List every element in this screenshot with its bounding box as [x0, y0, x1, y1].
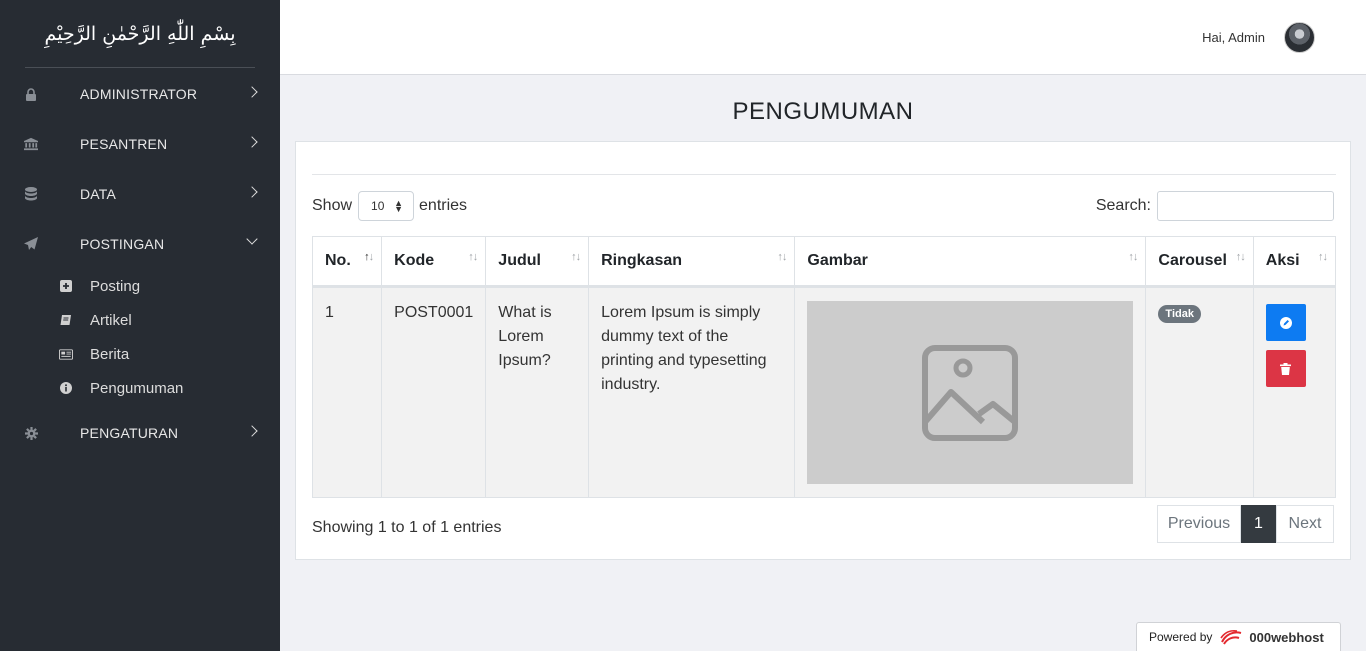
divider — [312, 174, 1336, 175]
top-header: Hai, Admin — [280, 0, 1366, 75]
sort-icon: ↑↓ — [1128, 251, 1138, 263]
column-header-aksi[interactable]: Aksi ↑↓ — [1252, 236, 1337, 288]
column-header-label: Carousel — [1158, 252, 1227, 269]
table-header-row: No. ↑↓ Kode ↑↓ Judul ↑↓ Ringkasan ↑↓ Gambar ↑… — [311, 236, 1337, 288]
column-header-gambar[interactable]: Gambar ↑↓ — [794, 236, 1147, 288]
select-arrows-icon: ▲ ▼ — [394, 198, 404, 214]
info-circle-icon — [59, 381, 73, 395]
pagination: Previous 1 Next — [1157, 505, 1334, 543]
pagination-next[interactable]: Next — [1276, 505, 1334, 543]
column-header-label: Ringkasan — [601, 252, 683, 269]
sidebar-subitem-label: Pengumuman — [90, 379, 184, 397]
sidebar-item-data[interactable]: DATA — [0, 169, 280, 219]
cell-judul: What is Lorem Ipsum? — [485, 286, 590, 498]
length-control: Show 10 ▲ ▼ entries — [312, 191, 467, 221]
user-lock-icon — [24, 87, 38, 101]
sort-icon: ↑↓ — [364, 251, 374, 263]
cell-kode: POST0001 — [381, 286, 487, 498]
sidebar-item-label: DATA — [80, 186, 117, 202]
entries-label: entries — [419, 197, 468, 214]
cell-no: 1 — [311, 286, 383, 498]
user-greeting: Hai, Admin — [1202, 30, 1265, 45]
table-row: 1 POST0001 What is Lorem Ipsum? Lorem Ip… — [311, 286, 1337, 498]
pagination-page-1[interactable]: 1 — [1241, 505, 1276, 543]
chevron-right-icon — [246, 425, 258, 437]
gear-icon — [24, 426, 38, 440]
chevron-right-icon — [246, 186, 258, 198]
sidebar-item-pesantren[interactable]: PESANTREN — [0, 119, 280, 169]
avatar[interactable] — [1284, 22, 1315, 53]
search-label: Search: — [1095, 197, 1151, 214]
column-header-label: Judul — [498, 252, 541, 269]
powered-by-badge[interactable]: Powered by 000webhost — [1136, 622, 1341, 651]
chevron-right-icon — [246, 86, 258, 98]
cell-ringkasan: Lorem Ipsum is simply dummy text of the … — [588, 286, 796, 498]
database-icon — [24, 187, 38, 201]
column-header-label: No. — [325, 252, 351, 269]
column-header-judul[interactable]: Judul ↑↓ — [485, 236, 590, 288]
search-control: Search: — [1096, 191, 1334, 221]
column-header-label: Gambar — [807, 252, 868, 269]
column-header-carousel[interactable]: Carousel ↑↓ — [1145, 236, 1254, 288]
sidebar-subitem-artikel[interactable]: Artikel — [0, 303, 280, 337]
sidebar-item-pengaturan[interactable]: PENGATURAN — [0, 411, 280, 455]
sidebar-brand: بِسْمِ اللّٰهِ الرَّحْمٰنِ الرَّحِيْمِ — [25, 0, 255, 68]
chevron-down-icon — [246, 233, 258, 245]
column-header-label: Kode — [394, 252, 435, 269]
sidebar-subitem-berita[interactable]: Berita — [0, 337, 280, 371]
sidebar-subitem-posting[interactable]: Posting — [0, 269, 280, 303]
cell-carousel: Tidak — [1145, 286, 1254, 498]
cell-aksi — [1252, 286, 1337, 498]
show-label: Show — [312, 197, 353, 214]
webhost-logo-icon — [1220, 629, 1242, 645]
powered-by-label: Powered by — [1149, 630, 1213, 644]
book-icon — [59, 313, 73, 327]
sidebar-item-label: POSTINGAN — [80, 236, 165, 252]
landmark-icon — [24, 137, 38, 151]
chevron-right-icon — [246, 136, 258, 148]
cell-gambar — [794, 286, 1147, 498]
column-header-label: Aksi — [1265, 252, 1300, 269]
image-placeholder — [807, 301, 1134, 484]
sort-icon: ↑↓ — [1318, 251, 1328, 263]
sidebar-subitem-pengumuman[interactable]: Pengumuman — [0, 371, 280, 405]
column-header-ringkasan[interactable]: Ringkasan ↑↓ — [588, 236, 796, 288]
status-badge: Tidak — [1158, 305, 1201, 323]
sidebar-item-postingan[interactable]: POSTINGAN — [0, 219, 280, 269]
sidebar-subitem-label: Berita — [90, 345, 130, 363]
column-header-kode[interactable]: Kode ↑↓ — [381, 236, 487, 288]
plus-square-icon — [59, 279, 73, 293]
entries-select[interactable]: 10 ▲ ▼ — [358, 191, 415, 221]
pagination-previous[interactable]: Previous — [1157, 505, 1241, 543]
paper-plane-icon — [24, 237, 38, 251]
table-card: Show 10 ▲ ▼ entries Search: No. ↑↓ Kode ↑↓ … — [295, 141, 1351, 560]
page-title: PENGUMUMAN — [732, 98, 914, 125]
column-header-no[interactable]: No. ↑↓ — [311, 236, 383, 288]
search-input[interactable] — [1157, 191, 1334, 221]
sidebar-subitem-label: Posting — [90, 277, 141, 295]
delete-button[interactable] — [1265, 350, 1306, 387]
edit-button[interactable] — [1265, 304, 1306, 341]
pencil-icon — [1279, 316, 1292, 329]
sidebar-item-label: PENGATURAN — [80, 425, 179, 441]
image-placeholder-icon — [922, 344, 1019, 441]
trash-icon — [1280, 362, 1292, 375]
sidebar: بِسْمِ اللّٰهِ الرَّحْمٰنِ الرَّحِيْمِ A… — [0, 0, 280, 651]
table-info: Showing 1 to 1 of 1 entries — [312, 519, 502, 536]
sort-icon: ↑↓ — [468, 251, 478, 263]
sidebar-item-label: ADMINISTRATOR — [80, 86, 198, 102]
sort-icon: ↑↓ — [777, 251, 787, 263]
sort-icon: ↑↓ — [571, 251, 581, 263]
sidebar-subitem-label: Artikel — [90, 311, 132, 329]
entries-select-value: 10 — [371, 199, 385, 213]
sort-icon: ↑↓ — [1235, 251, 1246, 263]
webhost-brand-name: 000webhost — [1249, 629, 1324, 645]
sidebar-item-administrator[interactable]: ADMINISTRATOR — [0, 69, 280, 119]
newspaper-icon — [59, 347, 73, 361]
data-table: No. ↑↓ Kode ↑↓ Judul ↑↓ Ringkasan ↑↓ Gambar ↑… — [311, 236, 1337, 498]
sidebar-item-label: PESANTREN — [80, 136, 168, 152]
